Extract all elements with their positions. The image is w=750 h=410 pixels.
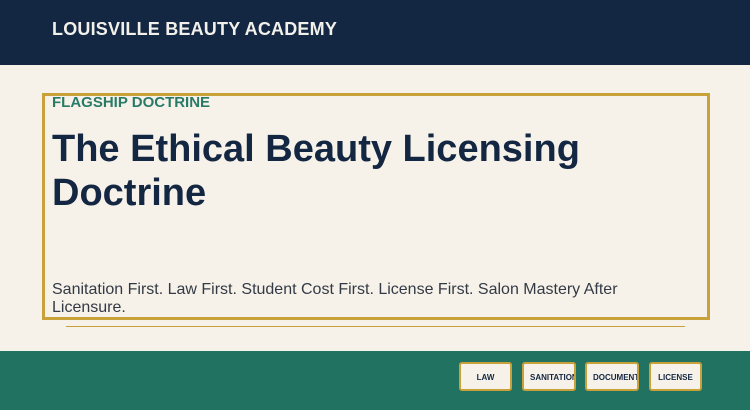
top-navigation-bar: LOUISVILLE BEAUTY ACADEMY [0,0,750,65]
documents-button[interactable]: DOCUMENTS [585,362,639,391]
page-title: The Ethical Beauty Licensing Doctrine [52,128,580,214]
gold-divider [66,326,685,327]
law-button[interactable]: LAW [459,362,512,391]
page: LOUISVILLE BEAUTY ACADEMY FLAGSHIP DOCTR… [0,0,750,410]
hero-eyebrow: FLAGSHIP DOCTRINE [52,94,211,111]
sanitation-button[interactable]: SANITATION [522,362,576,391]
site-brand[interactable]: LOUISVILLE BEAUTY ACADEMY [52,18,337,40]
hero-tagline: Sanitation First. Law First. Student Cos… [52,281,618,316]
license-button[interactable]: LICENSE [649,362,702,391]
